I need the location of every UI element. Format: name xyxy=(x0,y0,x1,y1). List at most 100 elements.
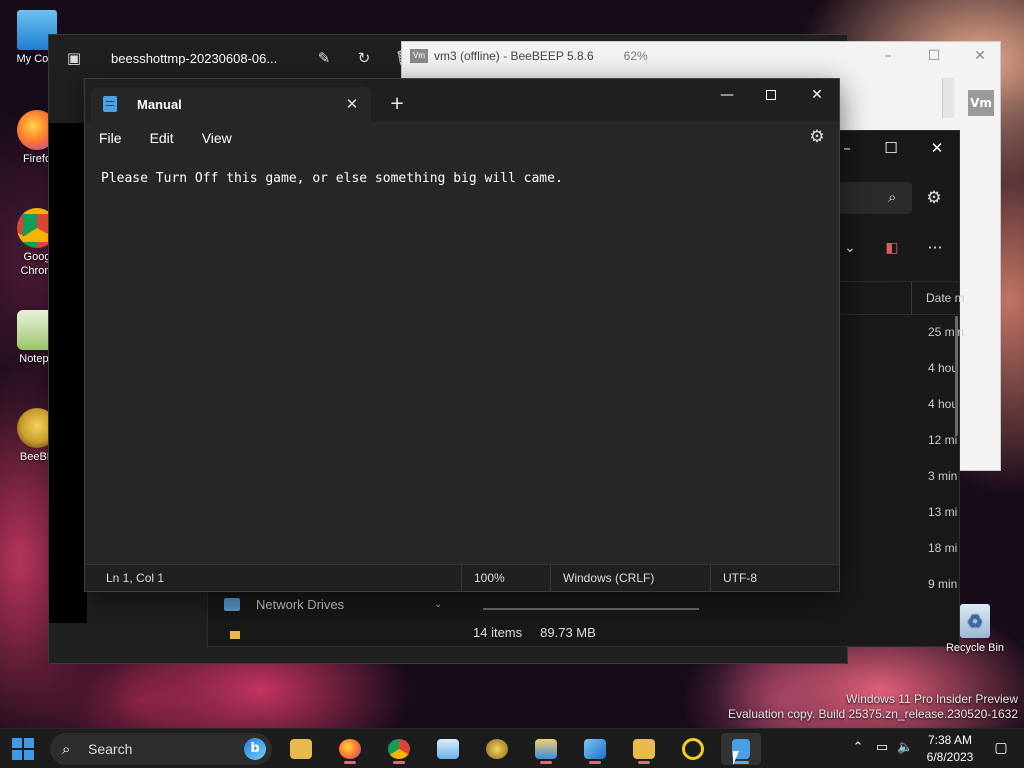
photos-icon xyxy=(584,739,606,759)
taskbar-app-circle[interactable] xyxy=(673,733,713,765)
menu-view[interactable]: View xyxy=(202,130,232,146)
network-drive-icon xyxy=(224,598,240,611)
column-header-date[interactable]: Date m xyxy=(926,291,965,305)
notification-icon[interactable]: ▢ xyxy=(992,740,1010,756)
rotate-icon[interactable]: ↻ xyxy=(355,49,373,67)
ring-icon xyxy=(682,738,704,760)
taskbar-app-chrome[interactable] xyxy=(379,733,419,765)
watermark-build: Evaluation copy. Build 25375.zn_release.… xyxy=(728,707,1018,721)
close-button[interactable]: ✕ xyxy=(970,48,990,64)
chevron-down-icon[interactable]: ⌄ xyxy=(434,599,442,610)
gear-icon[interactable]: ⚙ xyxy=(924,188,944,208)
close-tab-icon[interactable]: ✕ xyxy=(343,95,361,113)
date-cell: 3 min xyxy=(928,469,958,483)
search-icon: ⌕ xyxy=(62,740,71,758)
taskbar-app-performance-monitor[interactable] xyxy=(428,733,468,765)
explorer-statusbar: 14 items 89.73 MB xyxy=(473,625,596,640)
item-count: 14 items xyxy=(473,625,523,640)
running-indicator xyxy=(393,761,405,764)
maximize-button[interactable] xyxy=(759,85,783,105)
edit-icon[interactable]: ✎ xyxy=(315,49,333,67)
folder-icon xyxy=(535,739,557,759)
bing-icon[interactable]: b xyxy=(244,738,266,760)
chevron-up-icon[interactable]: ⌃ xyxy=(850,740,866,756)
notepad-tabbar: Manual ✕ + — ✕ xyxy=(85,79,839,121)
taskbar-app-file-explorer-3[interactable] xyxy=(624,733,664,765)
start-button[interactable] xyxy=(12,738,34,760)
search-icon: ⌕ xyxy=(888,188,897,206)
photos-gallery-icon[interactable]: ▣ xyxy=(65,49,83,67)
minimize-button[interactable]: — xyxy=(715,85,739,105)
progress-line xyxy=(483,608,699,610)
desktop-icon-recycle-bin[interactable]: ♻ Recycle Bin xyxy=(943,604,1007,654)
taskbar-clock[interactable]: 7:38 AM 6/8/2023 xyxy=(918,732,982,766)
vm-side-tag: Vm xyxy=(968,90,994,116)
tab-manual[interactable]: Manual ✕ xyxy=(91,87,371,121)
taskbar-app-paint[interactable] xyxy=(575,733,615,765)
volume-icon[interactable]: 🔈 xyxy=(897,740,913,756)
more-options-icon[interactable]: ··· xyxy=(924,239,946,257)
chrome-icon xyxy=(388,739,410,759)
minimize-button[interactable]: – xyxy=(878,48,898,64)
clock-date: 6/8/2023 xyxy=(926,750,974,764)
date-cell: 4 hou xyxy=(928,397,959,411)
menu-file[interactable]: File xyxy=(99,130,122,146)
taskbar: ⌕ Search b ⌃ ▭ 🔈 7:38 AM 6/8/2023 ▢ xyxy=(0,728,1024,768)
cursor-position: Ln 1, Col 1 xyxy=(85,565,462,591)
bee-icon xyxy=(486,739,508,759)
photos-title: beesshottmp-20230608-06... xyxy=(111,50,278,66)
mouse-cursor xyxy=(733,751,739,765)
beebeep-scrollbar[interactable] xyxy=(942,78,954,118)
taskbar-app-file-explorer[interactable] xyxy=(281,733,321,765)
encoding: UTF-8 xyxy=(723,571,757,585)
taskbar-app-notepad[interactable] xyxy=(721,733,761,765)
windows-watermark: Windows 11 Pro Insider Preview Evaluatio… xyxy=(728,692,1018,722)
taskbar-app-beebeep[interactable] xyxy=(477,733,517,765)
menu-edit[interactable]: Edit xyxy=(150,130,174,146)
running-indicator xyxy=(540,761,552,764)
column-divider[interactable] xyxy=(911,281,912,315)
folder-icon xyxy=(633,739,655,759)
search-label: Search xyxy=(88,741,133,757)
notepad-menubar: File Edit View xyxy=(85,121,839,155)
zoom-level: 100% xyxy=(462,565,551,591)
maximize-button[interactable]: ☐ xyxy=(880,139,902,157)
photos-image-area xyxy=(49,123,87,623)
explorer-scrollbar[interactable] xyxy=(955,316,958,436)
folder-icon xyxy=(230,631,240,639)
date-cell: 18 mi xyxy=(928,541,958,555)
notepad-icon xyxy=(103,96,117,112)
beebeep-titlebar: Vm vm3 (offline) - BeeBEEP 5.8.6 62% xyxy=(402,42,1000,70)
taskbar-app-file-explorer-2[interactable] xyxy=(526,733,566,765)
date-cell: 4 hou xyxy=(928,361,959,375)
firefox-icon xyxy=(339,739,361,759)
view-options-icon[interactable]: ⌄ xyxy=(838,239,862,257)
recycle-bin-label: Recycle Bin xyxy=(945,642,1005,654)
folder-icon xyxy=(290,739,312,759)
search-input[interactable]: ⌕ xyxy=(838,182,912,214)
close-button[interactable]: ✕ xyxy=(805,85,829,105)
clock-time: 7:38 AM xyxy=(927,733,973,747)
watermark-edition: Windows 11 Pro Insider Preview xyxy=(846,692,1018,706)
taskbar-app-firefox[interactable] xyxy=(330,733,370,765)
network-icon[interactable]: ▭ xyxy=(874,740,890,756)
nav-item-network-drives[interactable]: Network Drives xyxy=(224,597,344,612)
details-pane-icon[interactable]: ◧ xyxy=(884,239,900,257)
running-indicator xyxy=(638,761,650,764)
tab-title: Manual xyxy=(137,96,182,112)
running-indicator xyxy=(344,761,356,764)
taskbar-search[interactable]: ⌕ Search b xyxy=(50,733,272,765)
notepad-text-area[interactable]: Please Turn Off this game, or else somet… xyxy=(101,171,563,186)
date-cell: 25 min xyxy=(928,325,965,339)
chart-icon xyxy=(437,739,459,759)
line-endings: Windows (CRLF) xyxy=(551,565,711,591)
new-tab-button[interactable]: + xyxy=(387,94,407,114)
close-button[interactable]: ✕ xyxy=(926,139,948,157)
vm-tag: Vm xyxy=(410,49,428,63)
notepad-window[interactable]: Manual ✕ + — ✕ File Edit View ⚙ Please T… xyxy=(84,78,840,592)
nav-item-label: Network Drives xyxy=(256,597,345,612)
notepad-statusbar: Ln 1, Col 1 100% Windows (CRLF) UTF-8 xyxy=(85,564,839,591)
selection-size: 89.73 MB xyxy=(540,625,596,640)
settings-gear-icon[interactable]: ⚙ xyxy=(807,127,827,147)
maximize-button[interactable]: ☐ xyxy=(924,48,944,64)
